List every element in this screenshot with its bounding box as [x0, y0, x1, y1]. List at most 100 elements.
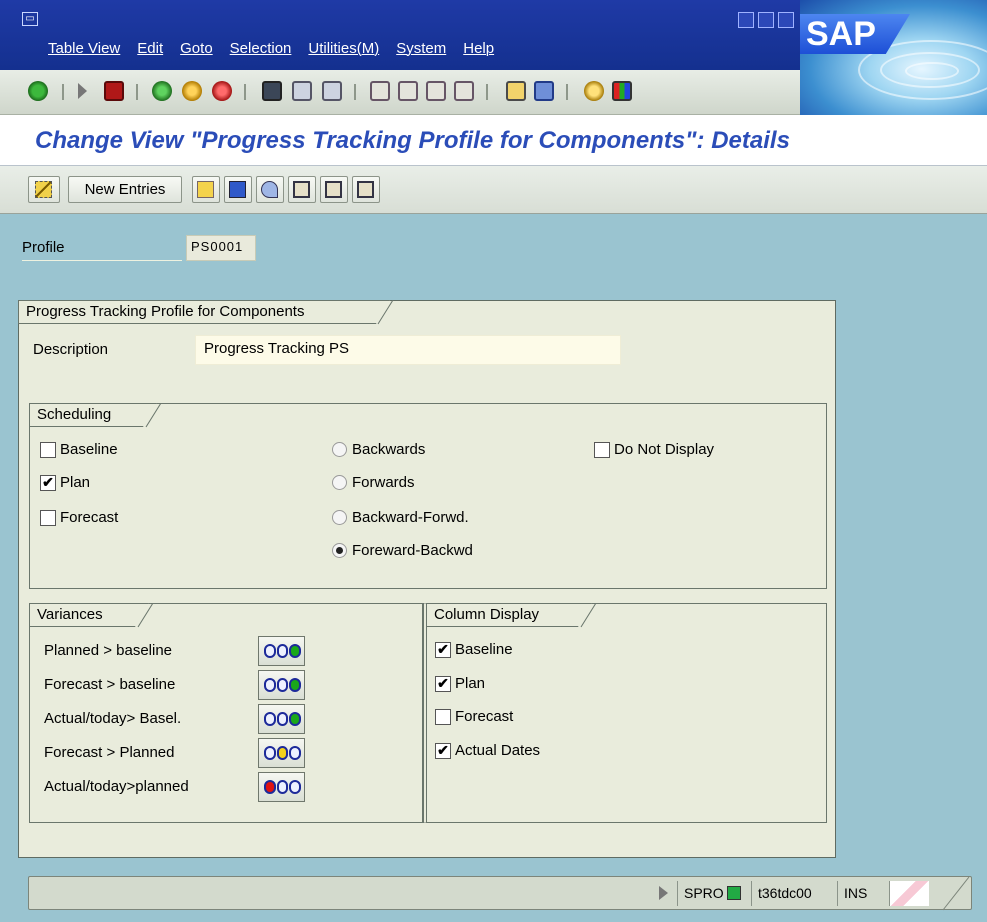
prev-entry-icon — [293, 181, 310, 198]
back-icon[interactable] — [78, 83, 90, 99]
next-page-icon[interactable] — [426, 81, 446, 101]
prev-page-icon[interactable] — [398, 81, 418, 101]
copy-icon — [197, 181, 214, 198]
traffic-light-button[interactable] — [258, 704, 305, 734]
status-lock-icon — [889, 881, 929, 906]
copy-button[interactable] — [192, 176, 220, 203]
radio-backward-forwd-label: Backward-Forwd. — [352, 509, 469, 526]
standard-toolbar — [0, 70, 800, 115]
variances-title: Variances — [29, 603, 149, 627]
menu-goto[interactable]: Goto — [180, 40, 213, 57]
find-next-icon[interactable] — [322, 81, 342, 101]
select-button[interactable] — [352, 176, 380, 203]
save-icon[interactable] — [104, 81, 124, 101]
new-entries-button[interactable]: New Entries — [68, 176, 182, 203]
exit-icon[interactable] — [182, 81, 202, 101]
print-icon[interactable] — [262, 81, 282, 101]
traffic-light-icon — [264, 746, 302, 760]
variance-label: Actual/today> Basel. — [44, 710, 182, 727]
undo-button[interactable] — [256, 176, 284, 203]
col-plan-checkbox[interactable]: ✔ — [435, 676, 451, 692]
back-nav-icon[interactable] — [152, 81, 172, 101]
scheduling-title: Scheduling — [29, 403, 157, 427]
status-bar: SPRO t36tdc00 INS — [28, 876, 972, 911]
next-entry-button[interactable] — [320, 176, 348, 203]
select-icon — [357, 181, 374, 198]
create-session-icon[interactable] — [506, 81, 526, 101]
variance-label: Forecast > baseline — [44, 676, 176, 693]
radio-forwards-label: Forwards — [352, 474, 415, 491]
description-label: Description — [33, 341, 109, 358]
scheduling-baseline-label: Baseline — [60, 441, 118, 458]
layout-icon[interactable] — [612, 81, 632, 101]
traffic-light-icon — [264, 644, 302, 658]
scheduling-plan-checkbox[interactable]: ✔ — [40, 475, 56, 491]
delete-button[interactable] — [224, 176, 252, 203]
menu-items: Table View Edit Goto Selection Utilities… — [48, 40, 494, 57]
close-icon[interactable] — [778, 12, 794, 28]
minimize-icon[interactable] — [738, 12, 754, 28]
status-triangle-icon[interactable] — [659, 886, 668, 900]
traffic-light-button[interactable] — [258, 636, 305, 666]
do-not-display-label: Do Not Display — [614, 441, 715, 458]
col-actual-dates-checkbox[interactable]: ✔ — [435, 743, 451, 759]
radio-backward-forwd[interactable] — [332, 510, 347, 525]
profile-group-panel: Progress Tracking Profile for Components… — [18, 300, 836, 858]
find-icon[interactable] — [292, 81, 312, 101]
radio-foreward-backwd-label: Foreward-Backwd — [352, 542, 473, 559]
system-menu-icon[interactable]: ▭ — [22, 12, 38, 26]
variance-label: Planned > baseline — [44, 642, 173, 659]
page-title: Change View "Progress Tracking Profile f… — [35, 127, 790, 154]
prev-entry-button[interactable] — [288, 176, 316, 203]
description-field[interactable]: Progress Tracking PS — [195, 335, 621, 365]
tab-slant — [377, 300, 394, 325]
first-page-icon[interactable] — [370, 81, 390, 101]
col-baseline-checkbox[interactable]: ✔ — [435, 642, 451, 658]
shortcut-icon[interactable] — [534, 81, 554, 101]
content-area: Profile PS0001 Progress Tracking Profile… — [0, 214, 987, 922]
scheduling-forecast-label: Forecast — [60, 509, 119, 526]
edit-display-button[interactable] — [28, 176, 60, 203]
profile-label: Profile — [22, 239, 182, 261]
application-toolbar: New Entries — [0, 166, 987, 214]
radio-forwards[interactable] — [332, 475, 347, 490]
menu-selection[interactable]: Selection — [230, 40, 292, 57]
scheduling-baseline-checkbox[interactable] — [40, 442, 56, 458]
scheduling-plan-label: Plan — [60, 474, 91, 491]
traffic-light-button[interactable] — [258, 670, 305, 700]
col-plan-label: Plan — [455, 675, 486, 692]
col-actual-dates-label: Actual Dates — [455, 742, 541, 759]
menu-utilities[interactable]: Utilities(M) — [308, 40, 379, 57]
profile-value: PS0001 — [186, 235, 256, 261]
traffic-light-button[interactable] — [258, 772, 305, 802]
column-display-title: Column Display — [426, 603, 592, 627]
col-baseline-label: Baseline — [455, 641, 513, 658]
title-bar: Change View "Progress Tracking Profile f… — [0, 115, 987, 166]
menu-help[interactable]: Help — [463, 40, 494, 57]
delete-icon — [229, 181, 246, 198]
enter-icon[interactable] — [28, 81, 48, 101]
radio-backwards-label: Backwards — [352, 441, 426, 458]
help-icon[interactable] — [584, 81, 604, 101]
last-page-icon[interactable] — [454, 81, 474, 101]
radio-foreward-backwd[interactable] — [332, 543, 347, 558]
menu-edit[interactable]: Edit — [137, 40, 163, 57]
menu-table-view[interactable]: Table View — [48, 40, 120, 57]
scheduling-frame: Scheduling Baseline ✔ Plan Forecast Back… — [29, 403, 827, 589]
variance-label: Actual/today>planned — [44, 778, 189, 795]
radio-backwards[interactable] — [332, 442, 347, 457]
menu-system[interactable]: System — [396, 40, 446, 57]
session-info-icon[interactable] — [727, 886, 741, 900]
undo-icon — [261, 181, 278, 198]
traffic-light-icon — [264, 780, 302, 794]
traffic-light-button[interactable] — [258, 738, 305, 768]
maximize-icon[interactable] — [758, 12, 774, 28]
traffic-light-icon — [264, 712, 302, 726]
status-mode: INS — [837, 881, 881, 906]
cancel-icon[interactable] — [212, 81, 232, 101]
do-not-display-checkbox[interactable] — [594, 442, 610, 458]
col-forecast-checkbox[interactable] — [435, 709, 451, 725]
scheduling-forecast-checkbox[interactable] — [40, 510, 56, 526]
variances-frame: Variances Planned > baseline Forecast > b… — [29, 603, 423, 823]
variance-label: Forecast > Planned — [44, 744, 175, 761]
